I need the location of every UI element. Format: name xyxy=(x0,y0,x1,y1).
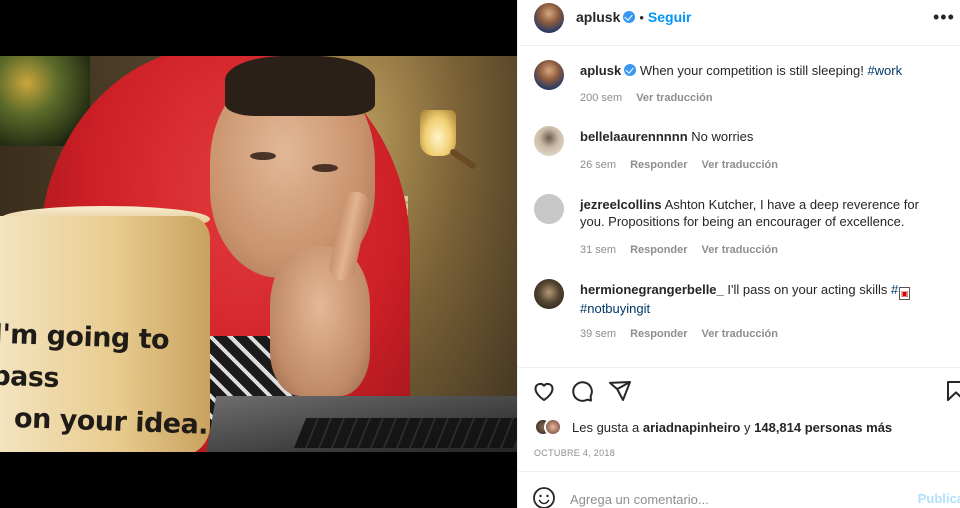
comment-meta: 39 sem Responder Ver traducción xyxy=(580,328,792,340)
comment-body: bellelaaurennnnn No worries xyxy=(580,128,960,145)
photo-eye-left xyxy=(250,152,276,160)
verified-badge-icon xyxy=(623,11,636,23)
reply-button[interactable]: Responder xyxy=(630,244,687,256)
comment-body: jezreelcollins Ashton Kutcher, I have a … xyxy=(580,196,940,230)
post-actions: Les gusta a ariadnapinheiro y 148,814 pe… xyxy=(518,367,960,508)
author-info: aplusk • Seguir xyxy=(576,9,692,25)
commenter-avatar[interactable] xyxy=(534,279,564,309)
photo-keyboard xyxy=(293,418,517,448)
heart-icon[interactable] xyxy=(532,379,556,403)
liker-avatars xyxy=(534,418,564,438)
comment-username[interactable]: jezreelcollins xyxy=(580,197,662,212)
separator-dot: • xyxy=(639,10,644,25)
post-photo: I'm going to pass on your idea. xyxy=(0,56,517,452)
likes-conj: y xyxy=(744,420,751,435)
comment-icon[interactable] xyxy=(570,379,594,403)
follow-button[interactable]: Seguir xyxy=(648,9,692,25)
caption-username[interactable]: aplusk xyxy=(580,63,621,78)
liker-avatar[interactable] xyxy=(544,418,562,436)
comment-item: bellelaaurennnnn No worries 26 sem Respon… xyxy=(534,126,954,178)
comment-username[interactable]: hermionegrangerbelle_ xyxy=(580,282,724,297)
post-date[interactable]: OCTUBRE 4, 2018 xyxy=(534,448,615,458)
photo-hair xyxy=(225,56,375,116)
emoji-icon: ▣ xyxy=(899,287,911,300)
photo-eye-right xyxy=(312,164,338,172)
commenter-avatar[interactable] xyxy=(534,194,564,224)
likes-text: Les gusta a ariadnapinheiro y 148,814 pe… xyxy=(572,420,892,435)
translate-button[interactable]: Ver traducción xyxy=(702,244,778,256)
comment-item: jezreelcollins Ashton Kutcher, I have a … xyxy=(534,194,954,262)
comment-body: hermionegrangerbelle_ I'll pass on your … xyxy=(580,281,940,317)
caption-hashtag[interactable]: #work xyxy=(867,63,902,78)
comment-hashtag[interactable]: #notbuyingit xyxy=(580,301,650,316)
caption-avatar[interactable] xyxy=(534,60,564,90)
mug-text-line2: on your idea. xyxy=(13,403,209,441)
mug-text-line1: I'm going to pass xyxy=(0,318,170,395)
comment-time[interactable]: 31 sem xyxy=(580,244,616,256)
post-side-panel: aplusk • Seguir ••• aplusk When your compe… xyxy=(517,0,960,508)
translate-button[interactable]: Ver traducción xyxy=(702,159,778,171)
add-comment-bar: Agrega un comentario... Publicar xyxy=(518,471,960,508)
comment-meta: 31 sem Responder Ver traducción xyxy=(580,244,792,256)
post-media[interactable]: I'm going to pass on your idea. xyxy=(0,0,517,508)
caption-verified-icon xyxy=(624,64,637,76)
comment-hashtag[interactable]: # xyxy=(891,282,898,297)
comment-text: I'll pass on your acting skills xyxy=(727,282,888,297)
caption-time[interactable]: 200 sem xyxy=(580,92,622,104)
likes-count[interactable]: 148,814 personas más xyxy=(754,420,892,435)
author-username[interactable]: aplusk xyxy=(576,9,620,25)
emoji-icon[interactable] xyxy=(532,486,556,508)
comment-time[interactable]: 39 sem xyxy=(580,328,616,340)
post-header: aplusk • Seguir ••• xyxy=(518,0,960,46)
commenter-avatar[interactable] xyxy=(534,126,564,156)
comment-meta: 26 sem Responder Ver traducción xyxy=(580,159,792,171)
caption-body: aplusk When your competition is still sl… xyxy=(580,62,960,79)
caption-translate[interactable]: Ver traducción xyxy=(636,92,712,104)
bookmark-icon[interactable] xyxy=(944,379,960,403)
comment-time[interactable]: 26 sem xyxy=(580,159,616,171)
comment-text: No worries xyxy=(691,129,754,144)
likes-summary: Les gusta a ariadnapinheiro y 148,814 pe… xyxy=(534,418,954,438)
more-options-icon[interactable]: ••• xyxy=(933,8,960,32)
comment-input[interactable]: Agrega un comentario... xyxy=(570,492,709,507)
translate-button[interactable]: Ver traducción xyxy=(702,328,778,340)
comment-username[interactable]: bellelaaurennnnn xyxy=(580,129,688,144)
publish-button[interactable]: Publicar xyxy=(918,491,960,506)
caption-row: aplusk When your competition is still sl… xyxy=(534,60,954,110)
reply-button[interactable]: Responder xyxy=(630,328,687,340)
share-icon[interactable] xyxy=(608,379,632,403)
author-avatar[interactable] xyxy=(534,3,564,33)
caption-meta: 200 sem Ver traducción xyxy=(580,92,727,104)
caption-text: When your competition is still sleeping! xyxy=(639,63,864,78)
mug-text: I'm going to pass on your idea. xyxy=(0,318,240,444)
liker-username[interactable]: ariadnapinheiro xyxy=(643,420,741,435)
reply-button[interactable]: Responder xyxy=(630,159,687,171)
comment-item: hermionegrangerbelle_ I'll pass on your … xyxy=(534,279,954,347)
likes-prefix: Les gusta a xyxy=(572,420,640,435)
